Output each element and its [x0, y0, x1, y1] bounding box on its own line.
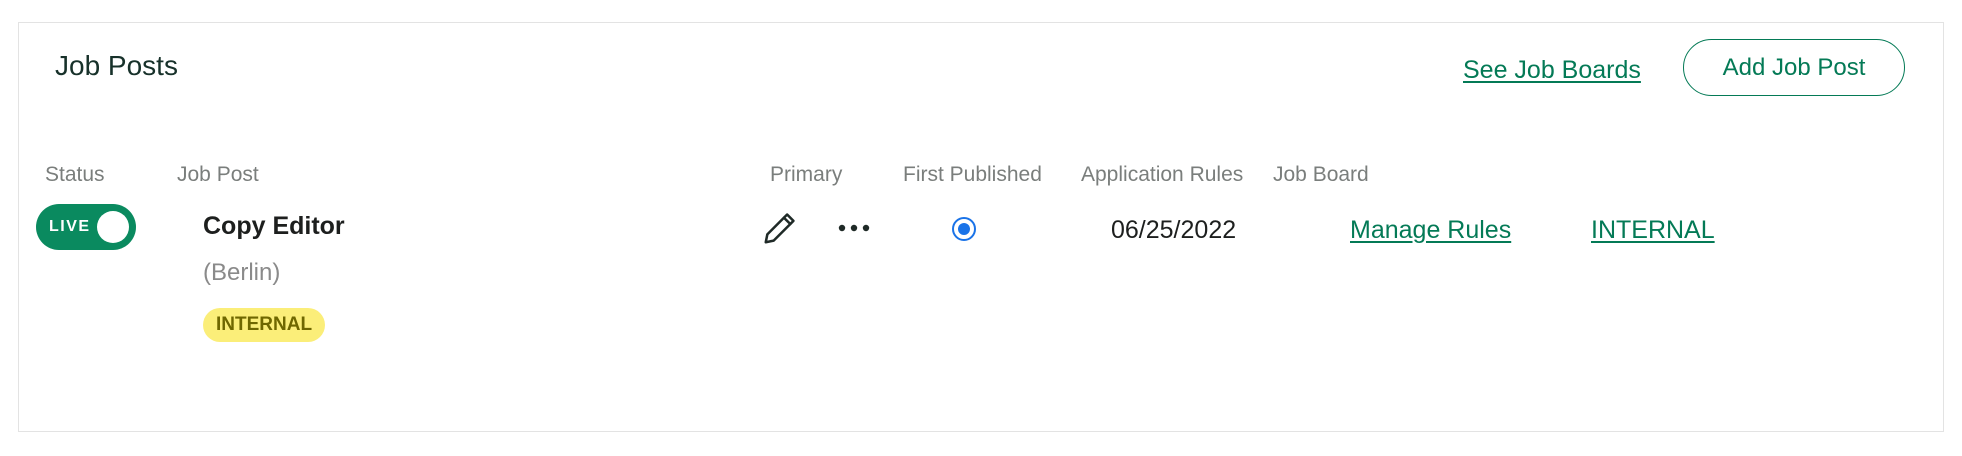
internal-badge: INTERNAL [203, 308, 326, 342]
edit-button[interactable] [758, 206, 802, 250]
column-header-application-rules: Application Rules [1081, 163, 1244, 186]
primary-radio[interactable] [952, 217, 976, 241]
job-post-location: (Berlin) [203, 259, 281, 286]
manage-rules-link[interactable]: Manage Rules [1350, 216, 1511, 245]
column-header-first-published: First Published [903, 163, 1042, 186]
status-toggle-label: LIVE [49, 218, 91, 235]
column-header-job-board: Job Board [1273, 163, 1369, 186]
first-published-date: 06/25/2022 [1111, 216, 1237, 244]
add-job-post-button[interactable]: Add Job Post [1683, 39, 1905, 96]
pencil-icon [764, 213, 795, 244]
toggle-knob [97, 211, 129, 243]
more-options-button[interactable] [832, 210, 876, 246]
status-toggle[interactable]: LIVE [36, 204, 136, 250]
job-board-link[interactable]: INTERNAL [1591, 216, 1715, 245]
column-header-status: Status [45, 163, 105, 186]
more-horizontal-icon [838, 224, 870, 232]
radio-selected-dot [958, 223, 970, 235]
see-job-boards-link[interactable]: See Job Boards [1463, 56, 1641, 85]
column-header-primary: Primary [770, 163, 843, 186]
job-post-title: Copy Editor [203, 212, 345, 240]
card-title: Job Posts [55, 50, 178, 81]
column-header-job-post: Job Post [177, 163, 259, 186]
